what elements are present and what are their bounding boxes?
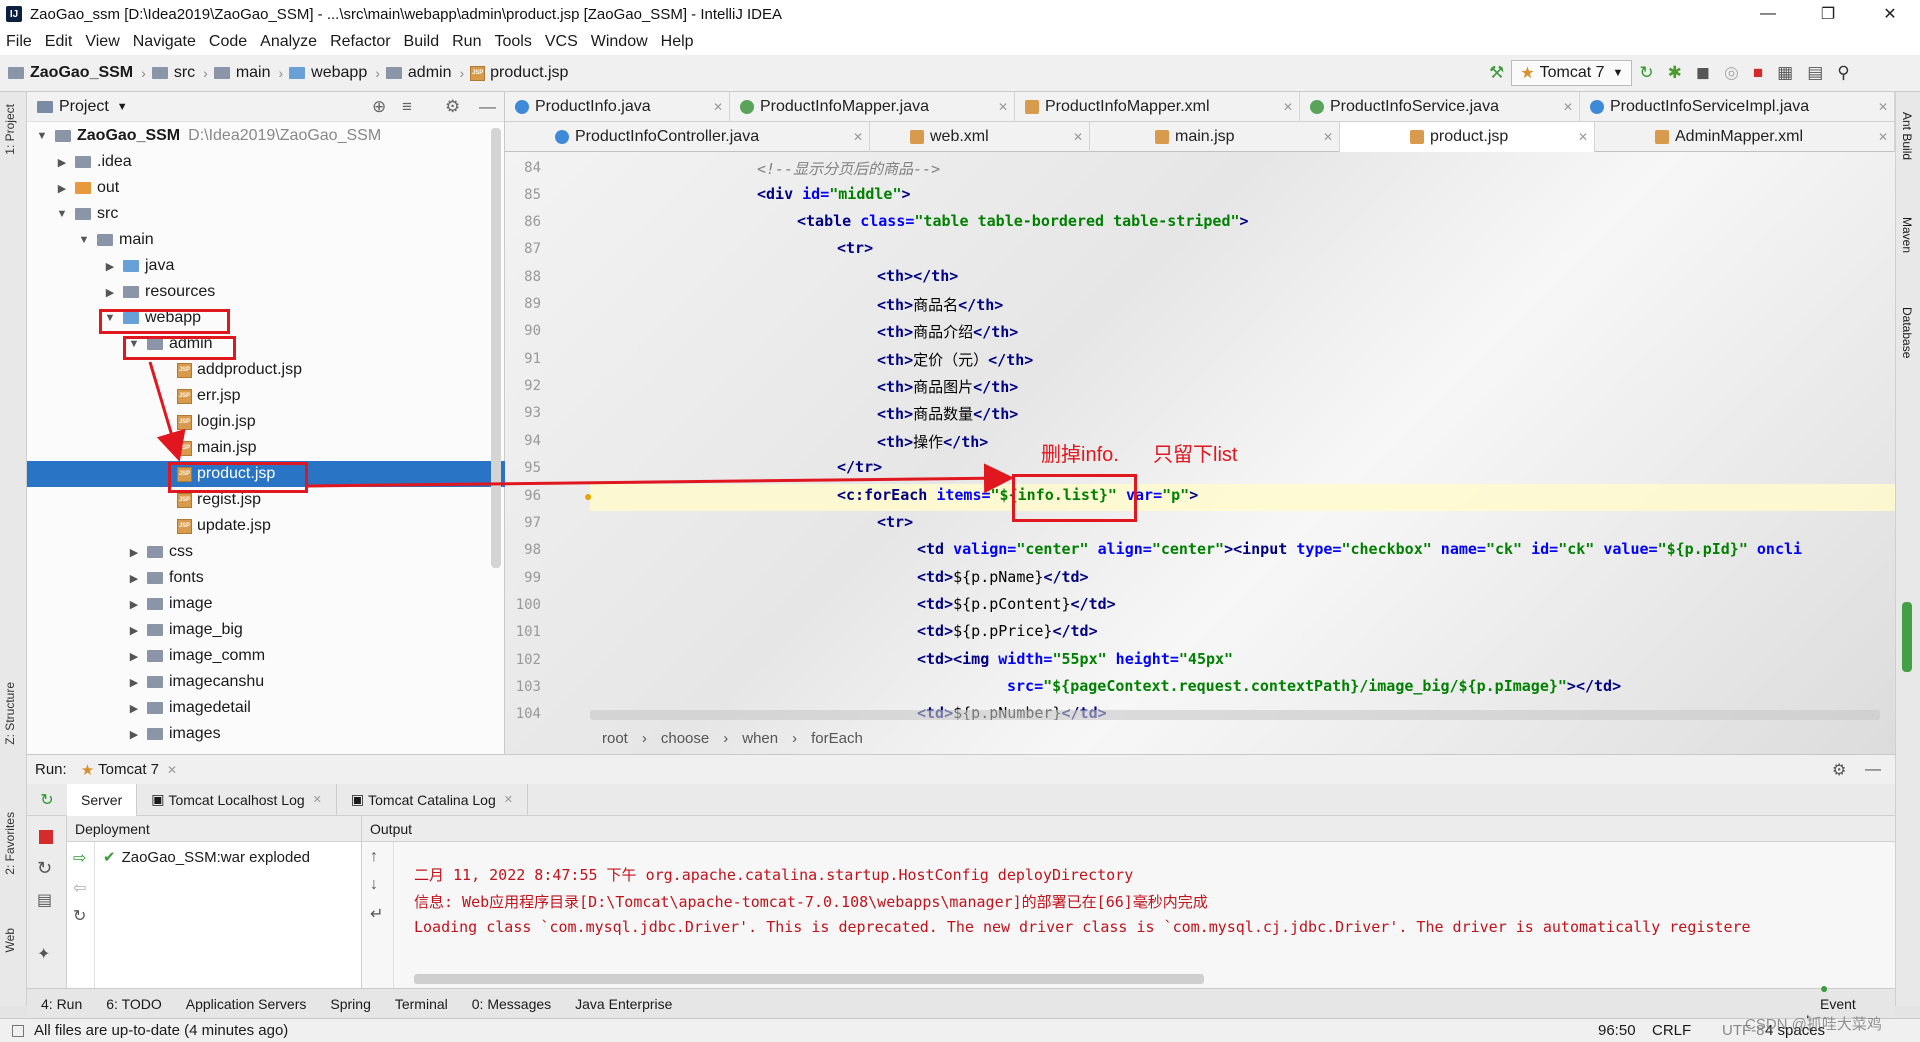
arrow-admin-to-product — [148, 361, 186, 462]
arrow-product-to-code — [307, 463, 1014, 494]
annotation-arrows — [148, 361, 1014, 494]
